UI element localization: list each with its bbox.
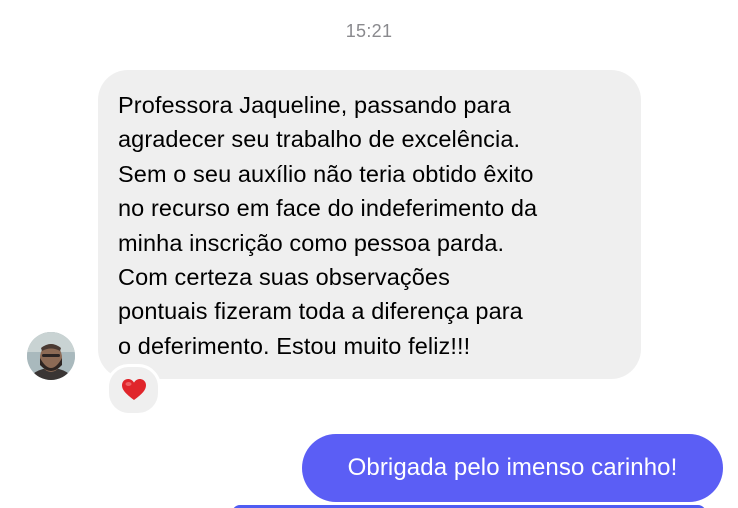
- message-timestamp: 15:21: [345, 21, 393, 41]
- avatar-photo: [27, 332, 75, 380]
- person-avatar-icon[interactable]: [27, 332, 75, 380]
- outgoing-message-text: Obrigada pelo imenso carinho!: [347, 454, 678, 481]
- red-heart-icon: [121, 379, 146, 400]
- outgoing-message-bubble[interactable]: Obrigada pelo imenso carinho!: [302, 434, 723, 502]
- heart-reaction[interactable]: [106, 364, 161, 416]
- chat-screen: 15:21 Professora Jaqueline, passando par…: [0, 0, 738, 508]
- incoming-message-text: Professora Jaqueline, passando para agra…: [118, 92, 538, 359]
- incoming-message-bubble[interactable]: Professora Jaqueline, passando para agra…: [98, 70, 641, 379]
